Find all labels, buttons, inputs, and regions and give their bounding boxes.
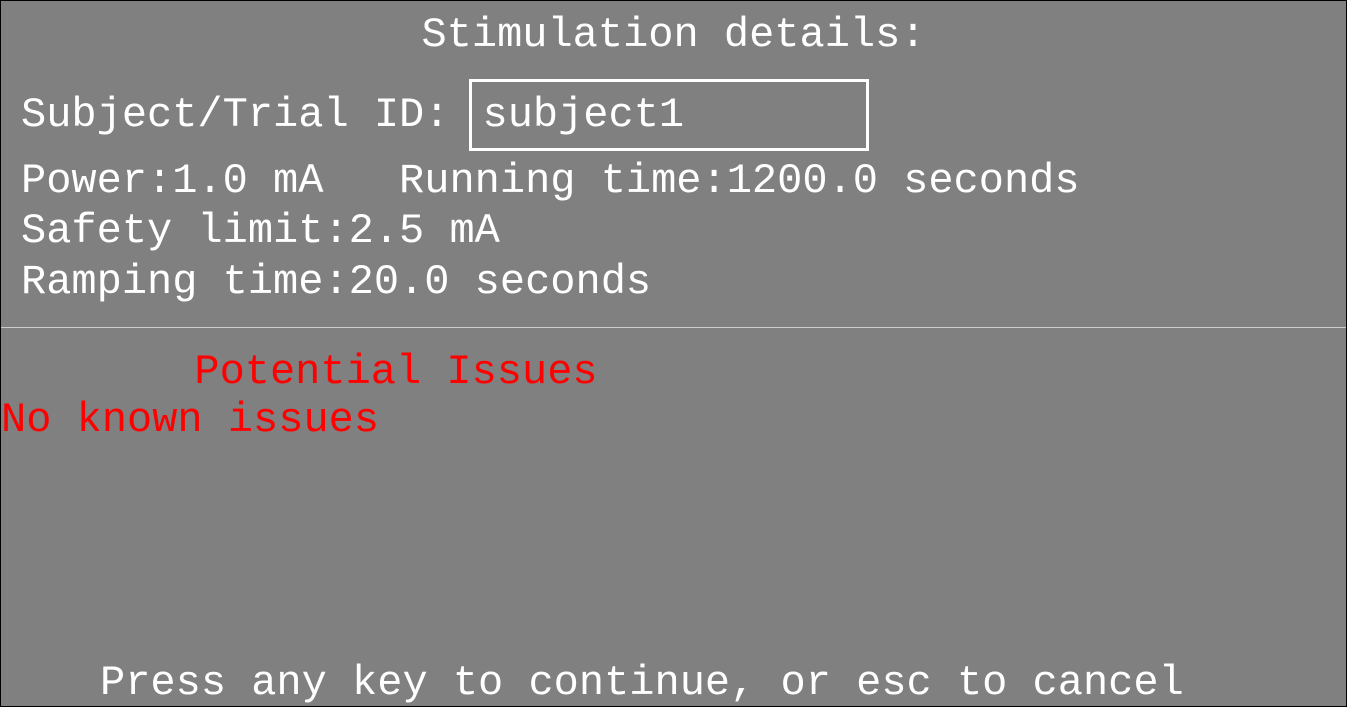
subject-input[interactable] [469,79,869,151]
issues-section: Potential Issues No known issues [1,328,1346,444]
power-running-line: Power:1.0 mA Running time:1200.0 seconds [21,156,1326,206]
issues-title: Potential Issues [1,348,791,396]
safety-line: Safety limit:2.5 mA [21,206,1326,256]
continue-prompt: Press any key to continue, or esc to can… [100,659,1184,707]
issues-text: No known issues [1,396,1346,444]
details-section: Stimulation details: Subject/Trial ID: P… [1,1,1346,328]
ramping-line: Ramping time:20.0 seconds [21,257,1326,307]
subject-row: Subject/Trial ID: [21,79,1326,151]
subject-label: Subject/Trial ID: [21,91,449,139]
page-title: Stimulation details: [21,11,1326,59]
